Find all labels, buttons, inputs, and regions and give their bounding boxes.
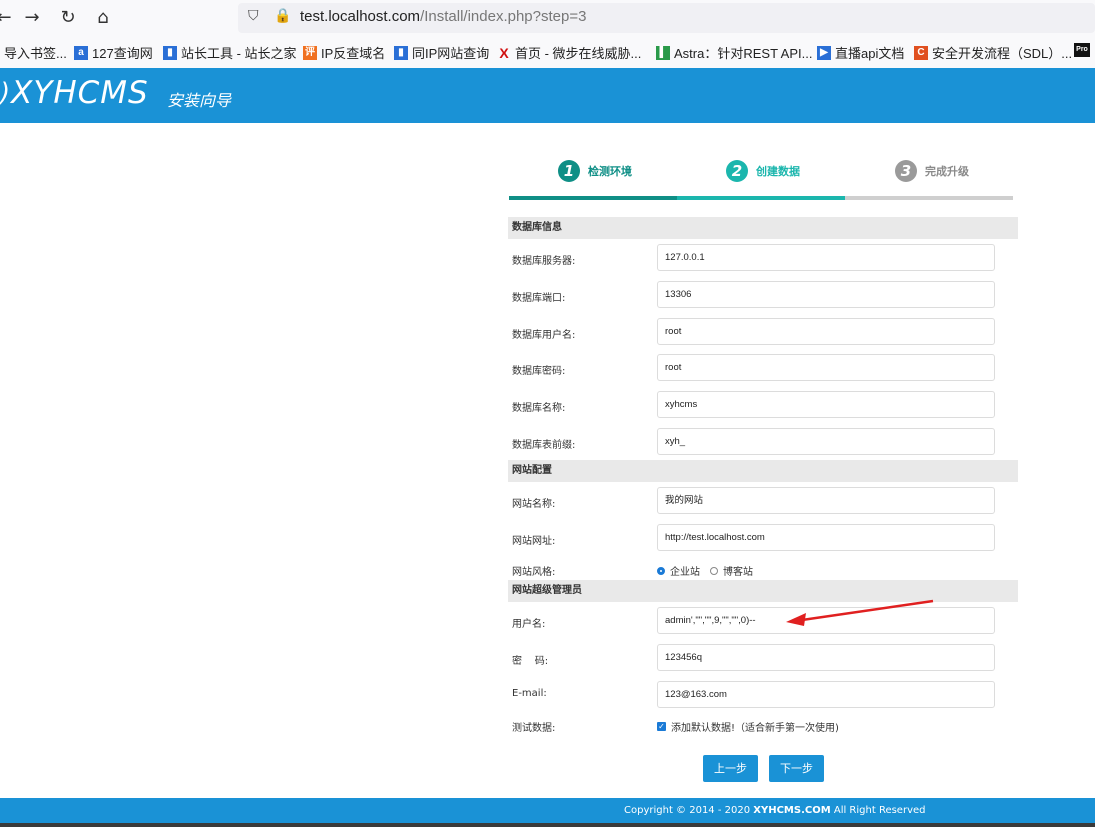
bookmark-label: 首页 - 微步在线威胁... [515,46,642,61]
password-input[interactable]: 123456q [657,644,995,671]
style-radio-blog[interactable]: 博客站 [710,563,753,578]
step-label: 检测环境 [588,165,632,178]
bookmark-label: 同IP网站查询 [412,46,490,61]
bookmark-label: IP反查域名 [321,46,386,61]
db-port-input[interactable]: 13306 [657,281,995,308]
x-icon: X [499,44,509,61]
db-prefix-input[interactable]: xyh_ [657,428,995,455]
insecure-lock-icon: 🔒 [274,8,292,24]
username-label: 用户名: [512,619,546,630]
site-name-label: 网站名称: [512,499,556,510]
db-port-label: 数据库端口: [512,293,566,304]
radio-checked-icon [657,566,665,575]
astra-icon: ▌ [656,45,670,60]
shield-icon: ⛉ [248,8,259,24]
site-header: )XYHCMS 安装向导 [0,68,1095,123]
wifi-logo-icon: ) [0,78,12,108]
play-icon: ▶ [817,45,831,60]
step-2-bar [677,196,845,200]
pro-icon: Pro [1074,43,1090,57]
db-name-label: 数据库名称: [512,403,566,414]
back-icon[interactable]: ← [0,6,16,30]
chart-icon: ▮ [163,45,177,60]
step-number: 3 [895,160,917,182]
email-label: E-mail: [512,688,547,699]
ip-icon: 评 [303,45,317,60]
site-url-label: 网站网址: [512,536,556,547]
bookmark-label: 安全开发流程（SDL）... [932,46,1073,61]
password-label: 密 码: [512,656,549,667]
step-number: 2 [726,160,748,182]
step-number: 1 [558,160,580,182]
checkbox-label: 添加默认数据!（适合新手第一次使用) [671,723,839,734]
db-prefix-label: 数据库表前缀: [512,440,576,451]
copyright-text: Copyright © 2014 - 2020 XYHCMS.COM All R… [624,805,926,816]
bookmark-item[interactable]: Pro [1074,43,1090,57]
url-text: test.localhost.com/Install/index.php?ste… [300,8,587,25]
email-input[interactable]: 123@163.com [657,681,995,708]
step-1: 1 检测环境 [558,160,632,182]
step-2: 2 创建数据 [726,160,800,182]
section-admin-title: 网站超级管理员 [508,580,1018,602]
test-data-checkbox[interactable]: ✓ 添加默认数据!（适合新手第一次使用) [657,719,839,734]
style-radio-enterprise[interactable]: 企业站 [657,563,700,578]
bookmark-label: 直播api文档 [835,46,905,61]
bottom-strip [0,823,1095,827]
step-label: 创建数据 [756,165,800,178]
checkbox-checked-icon: ✓ [657,722,666,731]
bookmark-label: 站长工具 - 站长之家 [181,46,297,61]
bookmark-label: 导入书签... [4,46,67,61]
step-label: 完成升级 [925,165,969,178]
site-name-input[interactable]: 我的网站 [657,487,995,514]
step-1-bar [509,196,677,200]
bookmark-item[interactable]: 导入书签... [4,43,67,62]
home-icon[interactable]: ⌂ [91,6,115,30]
logo: )XYHCMS [0,75,149,111]
next-button[interactable]: 下一步 [769,755,824,782]
forward-icon[interactable]: → [20,6,44,30]
site-style-label: 网站风格: [512,567,556,578]
db-user-label: 数据库用户名: [512,330,576,341]
bookmarks-bar: 导入书签... a 127查询网 ▮ 站长工具 - 站长之家 评 IP反查域名 ▮ 同I… [0,40,1095,64]
db-host-input[interactable]: 127.0.0.1 [657,244,995,271]
c-icon: C [914,45,928,60]
site-url-input[interactable]: http://test.localhost.com [657,524,995,551]
reload-icon[interactable]: ↻ [56,6,80,30]
a-icon: a [74,45,88,60]
bookmark-label: 127查询网 [92,46,153,61]
bookmark-item[interactable]: ▮ 同IP网站查询 [394,43,489,62]
browser-chrome: ← → ↻ ⌂ ⛉ 🔒 test.localhost.com/Install/i… [0,0,1095,69]
radio-unchecked-icon [710,566,718,575]
bookmark-label: Astra：针对REST API... [674,46,813,61]
bookmark-item[interactable]: 评 IP反查域名 [303,43,385,62]
annotation-arrow-icon [786,599,934,626]
address-bar[interactable]: ⛉ 🔒 test.localhost.com/Install/index.php… [238,3,1095,33]
db-host-label: 数据库服务器: [512,256,576,267]
bookmark-item[interactable]: X 首页 - 微步在线威胁... [497,43,641,62]
section-db-title: 数据库信息 [508,217,1018,239]
section-site-title: 网站配置 [508,460,1018,482]
test-data-label: 测试数据: [512,723,556,734]
bookmark-item[interactable]: ▶ 直播api文档 [817,43,904,62]
step-3: 3 完成升级 [895,160,969,182]
db-name-input[interactable]: xyhcms [657,391,995,418]
db-pass-label: 数据库密码: [512,366,566,377]
site-footer: Copyright © 2014 - 2020 XYHCMS.COM All R… [0,798,1095,823]
db-pass-input[interactable]: root [657,354,995,381]
bookmark-item[interactable]: C 安全开发流程（SDL）... [914,43,1072,62]
bookmark-item[interactable]: ▌ Astra：针对REST API... [656,43,812,62]
radio-label: 博客站 [723,567,753,578]
bookmark-item[interactable]: a 127查询网 [74,43,153,62]
step-3-bar [845,196,1013,200]
chart-icon: ▮ [394,45,408,60]
prev-button[interactable]: 上一步 [703,755,758,782]
db-user-input[interactable]: root [657,318,995,345]
radio-label: 企业站 [670,567,700,578]
bookmark-item[interactable]: ▮ 站长工具 - 站长之家 [163,43,297,62]
header-subtitle: 安装向导 [167,91,232,110]
